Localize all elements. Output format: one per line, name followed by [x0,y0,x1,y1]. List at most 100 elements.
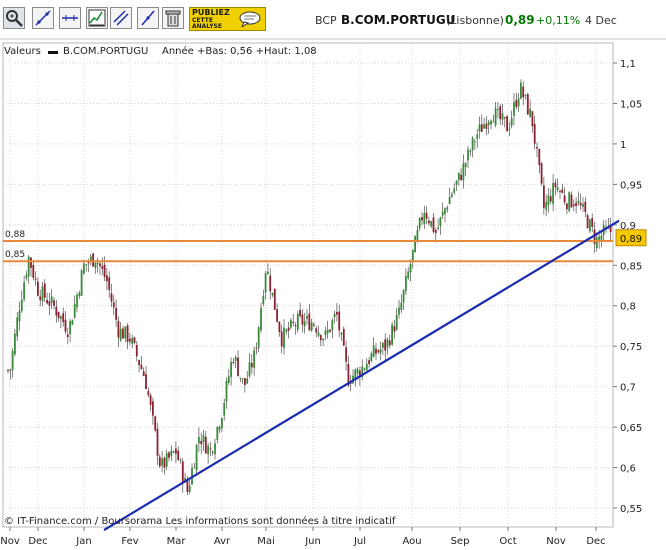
candle-body [140,364,143,369]
candle-body [48,301,51,306]
candle-body [296,313,299,330]
candle-body [513,101,515,116]
candle-body [370,353,373,361]
candle-body [117,320,120,338]
candle-body [255,347,258,349]
candle-body [340,332,343,335]
candle-body [536,146,538,149]
candle-body [195,444,198,471]
candle-body [216,426,219,440]
candle-body [306,315,308,319]
candle-body [30,257,32,268]
candle-body [386,339,389,348]
candle-body [319,335,322,341]
candle-body [326,329,329,334]
candle-body [338,311,341,331]
candle-body [55,306,58,316]
candle-body [292,321,295,324]
candle-body [188,485,191,492]
candle-body [202,435,205,443]
candle-body [589,219,591,232]
candle-body [480,124,483,132]
candle-body [315,328,318,333]
candle-body [372,345,375,357]
candle-body [250,363,253,368]
candle-body [494,108,497,126]
candle-body [446,207,449,210]
candle-body [356,369,359,374]
candle-body [94,262,97,268]
candle-body [126,325,129,343]
candle-body [531,111,534,127]
candle-body [131,338,134,345]
candle-body [522,86,525,98]
candle-body [27,256,30,277]
candle-body [533,123,536,144]
candle-body [432,217,435,232]
candle-body [267,271,269,274]
candle-body [497,108,499,110]
candle-body [467,149,469,161]
candle-body [402,290,405,303]
candle-body [400,302,403,311]
candle-body [108,277,111,290]
y-tick-label: 0,6 [620,464,636,475]
candle-body [464,163,467,167]
candle-body [308,313,311,331]
candle-body [570,194,573,208]
candle-body [175,448,177,454]
candle-body [106,275,108,282]
candle-body [556,187,559,191]
candle-body [163,457,166,468]
candle-body [425,212,428,219]
candle-body [225,380,228,402]
candle-body [322,338,324,341]
candle-body [294,325,297,327]
x-tick-label: Oct [499,536,516,547]
candle-body [273,288,276,310]
candle-body [430,221,433,227]
candle-body [239,377,242,379]
candle-body [237,357,239,377]
price-chart[interactable]: 1,11,0510,950,90,850,80,750,70,650,60,55… [0,0,666,550]
candle-body [559,191,561,193]
candle-body [598,236,600,240]
candle-body [11,350,14,371]
candle-body [333,313,336,318]
candle-body [586,215,589,229]
candle-body [579,203,582,206]
candle-body [444,208,446,214]
candle-body [207,445,209,455]
candle-body [437,227,439,230]
candle-body [14,333,16,355]
candle-body [474,141,476,143]
candle-body [416,230,419,241]
candle-body [193,467,196,469]
candle-body [434,230,437,233]
candle-body [345,347,347,362]
candle-body [455,180,458,185]
y-tick-label: 0,8 [620,302,636,313]
candle-body [80,270,83,296]
candle-body [414,236,416,253]
candle-body [122,328,124,339]
candle-body [393,326,396,332]
candle-body [457,172,460,180]
candle-body [600,235,603,240]
candle-body [16,317,19,337]
candle-body [129,338,131,342]
x-tick-label: Mar [167,536,187,547]
candle-body [278,321,281,332]
candle-body [64,319,67,332]
candle-body [133,337,136,343]
candle-body [379,349,382,353]
candle-body [483,124,485,129]
candle-body [575,202,577,207]
candle-body [331,320,334,331]
candle-body [391,324,393,345]
candle-body [471,137,474,151]
candle-body [170,450,173,456]
candle-body [462,163,465,181]
candle-body [538,148,541,166]
candle-body [439,217,442,227]
